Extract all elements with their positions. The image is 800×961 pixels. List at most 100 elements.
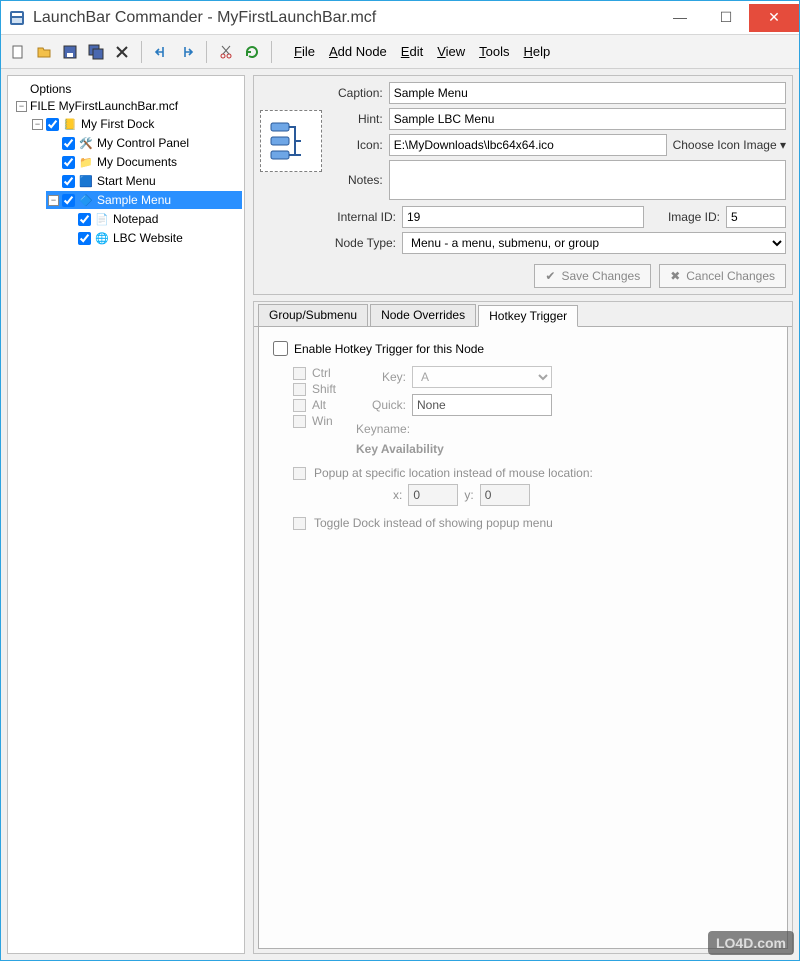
tree-item[interactable]: Start Menu bbox=[97, 174, 156, 188]
maximize-button[interactable]: ☐ bbox=[703, 4, 749, 32]
toolbar: File Add Node Edit View Tools Help bbox=[1, 35, 799, 69]
new-button[interactable] bbox=[7, 41, 29, 63]
menu-icon: 🔷 bbox=[78, 192, 94, 208]
hint-label: Hint: bbox=[338, 112, 383, 126]
node-icon-preview[interactable] bbox=[260, 110, 322, 172]
alt-label: Alt bbox=[312, 398, 326, 412]
folder-icon: 📒 bbox=[62, 116, 78, 132]
tree-check[interactable] bbox=[46, 118, 59, 131]
tab-hotkey-trigger[interactable]: Hotkey Trigger bbox=[478, 305, 578, 327]
move-right-button[interactable] bbox=[176, 41, 198, 63]
y-label: y: bbox=[464, 488, 473, 502]
image-id-label: Image ID: bbox=[650, 210, 720, 224]
startmenu-icon: 🟦 bbox=[78, 173, 94, 189]
node-type-label: Node Type: bbox=[260, 236, 396, 250]
tree-options[interactable]: Options bbox=[30, 82, 71, 96]
tabs-panel: Group/Submenu Node Overrides Hotkey Trig… bbox=[253, 301, 793, 954]
delete-button[interactable] bbox=[111, 41, 133, 63]
keyname-label: Keyname: bbox=[356, 422, 406, 436]
save-changes-button[interactable]: ✔Save Changes bbox=[534, 264, 651, 288]
cancel-changes-button[interactable]: ✖Cancel Changes bbox=[659, 264, 786, 288]
shift-check[interactable] bbox=[293, 383, 306, 396]
popup-location-label: Popup at specific location instead of mo… bbox=[314, 466, 593, 480]
properties-panel: Caption: Hint: Icon: Choose Icon Image ▾… bbox=[253, 75, 793, 295]
save-all-button[interactable] bbox=[85, 41, 107, 63]
titlebar: LaunchBar Commander - MyFirstLaunchBar.m… bbox=[1, 1, 799, 35]
minimize-button[interactable]: — bbox=[657, 4, 703, 32]
tree-dock[interactable]: My First Dock bbox=[81, 117, 154, 131]
ctrl-check[interactable] bbox=[293, 367, 306, 380]
tree-view[interactable]: Options −FILE MyFirstLaunchBar.mcf −📒My … bbox=[7, 75, 245, 954]
toggle-dock-check[interactable] bbox=[293, 517, 306, 530]
hint-input[interactable] bbox=[389, 108, 786, 130]
check-icon: ✔ bbox=[545, 269, 555, 283]
notes-input[interactable] bbox=[389, 160, 786, 200]
quick-input[interactable] bbox=[412, 394, 552, 416]
cut-button[interactable] bbox=[215, 41, 237, 63]
notepad-icon: 📄 bbox=[94, 211, 110, 227]
menu-add-node[interactable]: Add Node bbox=[323, 40, 393, 63]
menu-help[interactable]: Help bbox=[518, 40, 557, 63]
open-button[interactable] bbox=[33, 41, 55, 63]
tree-check[interactable] bbox=[78, 213, 91, 226]
tree-check[interactable] bbox=[62, 137, 75, 150]
caption-input[interactable] bbox=[389, 82, 786, 104]
close-button[interactable]: ✕ bbox=[749, 4, 799, 32]
expander-icon[interactable]: − bbox=[48, 195, 59, 206]
quick-label: Quick: bbox=[356, 398, 406, 412]
icon-path-input[interactable] bbox=[389, 134, 667, 156]
alt-check[interactable] bbox=[293, 399, 306, 412]
win-check[interactable] bbox=[293, 415, 306, 428]
tab-group-submenu[interactable]: Group/Submenu bbox=[258, 304, 368, 326]
tree-check[interactable] bbox=[62, 175, 75, 188]
documents-icon: 📁 bbox=[78, 154, 94, 170]
menu-edit[interactable]: Edit bbox=[395, 40, 429, 63]
tree-item-selected[interactable]: Sample Menu bbox=[97, 193, 171, 207]
menu-view[interactable]: View bbox=[431, 40, 471, 63]
choose-icon-button[interactable]: Choose Icon Image ▾ bbox=[673, 138, 786, 152]
control-panel-icon: 🛠️ bbox=[78, 135, 94, 151]
caption-label: Caption: bbox=[338, 86, 383, 100]
icon-label: Icon: bbox=[338, 138, 383, 152]
tree-item[interactable]: My Documents bbox=[97, 155, 177, 169]
tree-check[interactable] bbox=[62, 156, 75, 169]
y-input[interactable] bbox=[480, 484, 530, 506]
window-title: LaunchBar Commander - MyFirstLaunchBar.m… bbox=[33, 9, 657, 27]
x-input[interactable] bbox=[408, 484, 458, 506]
x-label: x: bbox=[393, 488, 402, 502]
app-icon bbox=[9, 10, 25, 26]
menubar: File Add Node Edit View Tools Help bbox=[288, 40, 556, 63]
tree-file-node[interactable]: FILE MyFirstLaunchBar.mcf bbox=[30, 99, 178, 113]
ctrl-label: Ctrl bbox=[312, 366, 331, 380]
watermark: LO4D.com bbox=[708, 931, 794, 955]
tree-item[interactable]: LBC Website bbox=[113, 231, 183, 245]
tree-check[interactable] bbox=[62, 194, 75, 207]
key-select[interactable]: A bbox=[412, 366, 552, 388]
tree-check[interactable] bbox=[78, 232, 91, 245]
key-availability-label: Key Availability bbox=[356, 442, 552, 456]
notes-label: Notes: bbox=[338, 173, 383, 187]
web-icon: 🌐 bbox=[94, 230, 110, 246]
menu-file[interactable]: File bbox=[288, 40, 321, 63]
enable-hotkey-check[interactable] bbox=[273, 341, 288, 356]
cancel-icon: ✖ bbox=[670, 269, 680, 283]
internal-id-input[interactable] bbox=[402, 206, 644, 228]
move-left-button[interactable] bbox=[150, 41, 172, 63]
tree-item[interactable]: Notepad bbox=[113, 212, 158, 226]
expander-icon[interactable]: − bbox=[16, 101, 27, 112]
shift-label: Shift bbox=[312, 382, 336, 396]
save-button[interactable] bbox=[59, 41, 81, 63]
key-label: Key: bbox=[356, 370, 406, 384]
tree-item[interactable]: My Control Panel bbox=[97, 136, 189, 150]
menu-tools[interactable]: Tools bbox=[473, 40, 515, 63]
enable-hotkey-label: Enable Hotkey Trigger for this Node bbox=[294, 342, 484, 356]
refresh-button[interactable] bbox=[241, 41, 263, 63]
win-label: Win bbox=[312, 414, 333, 428]
tab-node-overrides[interactable]: Node Overrides bbox=[370, 304, 476, 326]
image-id-input[interactable] bbox=[726, 206, 786, 228]
expander-icon[interactable]: − bbox=[32, 119, 43, 130]
internal-id-label: Internal ID: bbox=[260, 210, 396, 224]
toggle-dock-label: Toggle Dock instead of showing popup men… bbox=[314, 516, 553, 530]
popup-location-check[interactable] bbox=[293, 467, 306, 480]
node-type-select[interactable]: Menu - a menu, submenu, or group bbox=[402, 232, 786, 254]
